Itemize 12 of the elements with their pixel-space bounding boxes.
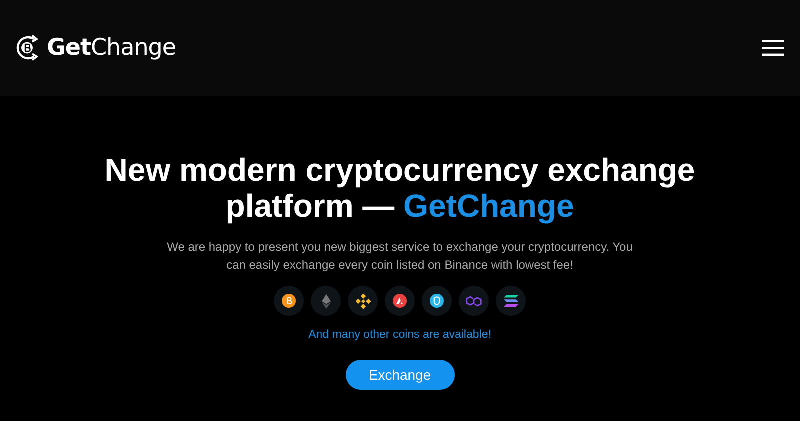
binance-icon (356, 294, 370, 308)
coins-note: And many other coins are available! (308, 329, 492, 341)
shield-icon (430, 294, 444, 308)
polygon-icon (466, 296, 482, 306)
bitcoin-icon (282, 294, 296, 308)
menu-icon[interactable] (762, 40, 784, 56)
ethereum-icon (322, 294, 330, 308)
solana-icon (504, 295, 518, 307)
logo-text[interactable]: GetChange (47, 35, 176, 61)
hero-subtitle: We are happy to present you new biggest service to exchange your cryptocurrency. You can easily exchange every coin listed on Binance with lowest fee! (166, 239, 634, 274)
hero-title: New modern cryptocurrency exchange platform — GetChange (104, 152, 696, 224)
avalanche-icon (393, 294, 407, 308)
